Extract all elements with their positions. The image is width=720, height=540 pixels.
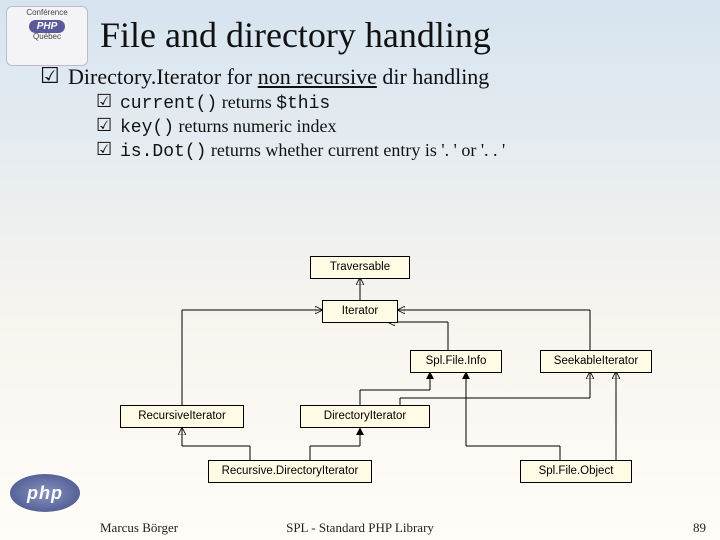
code-frag: current() (120, 94, 217, 114)
sub-bullet-text: is.Dot() returns whether current entry i… (120, 140, 505, 162)
sub-bullets: ☑ current() returns $this ☑ key() return… (0, 92, 720, 162)
conference-logo-line2: Québec (7, 33, 87, 42)
class-diagram: Traversable Iterator Spl.File.Info Seeka… (0, 250, 720, 490)
conference-logo-badge: PHP (29, 20, 66, 33)
checkmark-icon: ☑ (96, 92, 120, 112)
node-diriter: DirectoryIterator (300, 405, 430, 428)
code-frag: key() (120, 118, 174, 138)
sub-bullet-text: current() returns $this (120, 92, 330, 114)
checkmark-icon: ☑ (96, 116, 120, 136)
lead-underlined: non recursive (258, 64, 377, 89)
sub-bullet: ☑ current() returns $this (96, 92, 700, 114)
node-recursiveiter: RecursiveIterator (120, 405, 244, 428)
footer-subtitle: SPL - Standard PHP Library (0, 520, 720, 536)
node-recdiriter: Recursive.DirectoryIterator (208, 460, 372, 483)
footer-page: 89 (693, 520, 706, 536)
code-frag: $this (276, 94, 330, 114)
text-frag: returns whether current entry is '. ' or… (206, 140, 505, 160)
node-seekable: SeekableIterator (540, 350, 652, 373)
node-splfileobject: Spl.File.Object (520, 460, 632, 483)
text-frag: returns numeric index (174, 116, 336, 136)
conference-logo-line1: Conférence (7, 9, 87, 18)
lead-suffix: dir handling (377, 64, 489, 89)
slide: Conférence PHP Québec php File and direc… (0, 0, 720, 540)
text-frag: returns (217, 92, 276, 112)
sub-bullet: ☑ is.Dot() returns whether current entry… (96, 140, 700, 162)
sub-bullet-text: key() returns numeric index (120, 116, 336, 138)
page-title: File and directory handling (0, 0, 720, 64)
lead-text: Directory.Iterator for non recursive dir… (68, 64, 489, 90)
checkmark-icon: ☑ (40, 64, 68, 88)
node-iterator: Iterator (322, 300, 398, 323)
lead-bullet: ☑ Directory.Iterator for non recursive d… (0, 64, 720, 90)
checkmark-icon: ☑ (96, 140, 120, 160)
node-traversable: Traversable (310, 256, 410, 279)
lead-prefix: Directory.Iterator for (68, 64, 258, 89)
node-splfileinfo: Spl.File.Info (410, 350, 502, 373)
sub-bullet: ☑ key() returns numeric index (96, 116, 700, 138)
conference-logo: Conférence PHP Québec (6, 6, 88, 66)
code-frag: is.Dot() (120, 142, 206, 162)
